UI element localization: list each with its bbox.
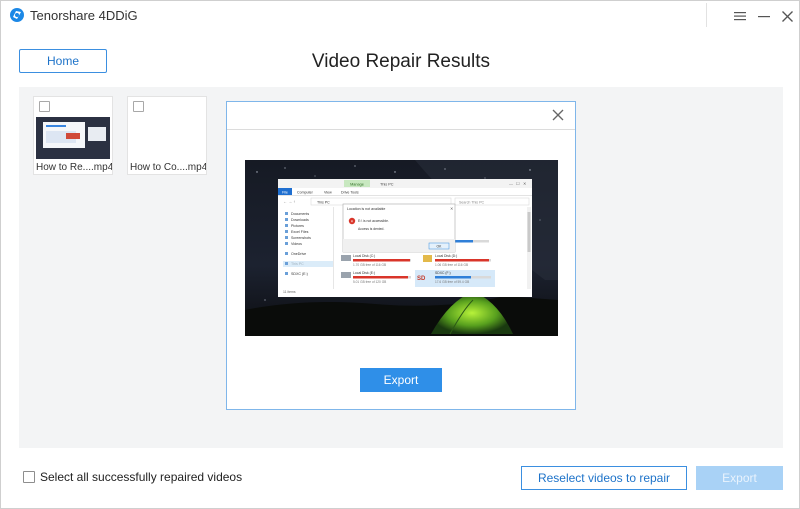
svg-text:Manage: Manage — [350, 183, 364, 187]
svg-text:✕: ✕ — [450, 206, 453, 211]
close-icon — [781, 10, 793, 22]
svg-text:☐: ☐ — [516, 181, 520, 186]
svg-text:Drive Tools: Drive Tools — [341, 190, 359, 194]
svg-text:Downloads: Downloads — [291, 218, 309, 222]
svg-text:Screenshots: Screenshots — [291, 236, 311, 240]
select-all-control[interactable]: Select all successfully repaired videos — [23, 470, 242, 484]
svg-text:Videos: Videos — [291, 242, 302, 246]
svg-text:1.70 GB free of 116 GB: 1.70 GB free of 116 GB — [353, 263, 386, 267]
menu-button[interactable] — [730, 6, 750, 26]
minimize-button[interactable] — [754, 6, 774, 26]
svg-text:OneDrive: OneDrive — [291, 252, 306, 256]
video-item[interactable]: How to Co....mp4 — [127, 96, 207, 175]
video-preview-dialog: Manage This PC — ☐ ✕ File Computer View … — [226, 101, 576, 410]
svg-text:5.01 GB free of 120 GB: 5.01 GB free of 120 GB — [353, 280, 386, 284]
close-window-button[interactable] — [777, 6, 797, 26]
svg-text:File: File — [282, 190, 288, 194]
video-frame: Manage This PC — ☐ ✕ File Computer View … — [245, 160, 558, 336]
title-bar: Tenorshare 4DDiG — [1, 1, 799, 31]
video-thumbnail — [36, 117, 110, 159]
svg-text:SDXC (F:): SDXC (F:) — [435, 271, 451, 275]
preview-header — [227, 102, 575, 130]
video-item-checkbox[interactable] — [39, 101, 50, 112]
svg-text:Computer: Computer — [297, 190, 314, 194]
select-all-label: Select all successfully repaired videos — [40, 470, 243, 484]
select-all-checkbox[interactable] — [23, 471, 35, 483]
export-all-button[interactable]: Export — [696, 466, 783, 490]
svg-text:Location is not available: Location is not available — [347, 207, 385, 211]
svg-text:—: — — [509, 181, 513, 186]
svg-text:Local Disk (D:): Local Disk (D:) — [435, 254, 457, 258]
reselect-videos-button[interactable]: Reselect videos to repair — [521, 466, 687, 490]
page-title: Video Repair Results — [311, 51, 491, 72]
video-item-name: How to Co....mp4 — [130, 162, 206, 173]
app-window: Tenorshare 4DDiG Home Video Repair Resul… — [0, 0, 800, 509]
svg-text:OK: OK — [437, 245, 443, 249]
svg-text:Pictures: Pictures — [291, 224, 304, 228]
app-title: Tenorshare 4DDiG — [30, 8, 138, 23]
svg-text:17.6 GB free of 59.4 GB: 17.6 GB free of 59.4 GB — [435, 280, 469, 284]
svg-text:✕: ✕ — [523, 181, 526, 186]
close-icon[interactable] — [551, 108, 565, 122]
svg-text:Search This PC: Search This PC — [459, 200, 485, 204]
video-item-name: How to Re....mp4 — [36, 162, 112, 173]
svg-text:This PC: This PC — [317, 200, 330, 204]
svg-text:Access is denied.: Access is denied. — [358, 227, 384, 231]
video-player[interactable]: Manage This PC — ☐ ✕ File Computer View … — [245, 160, 558, 336]
svg-text:SDXC (E:): SDXC (E:) — [291, 272, 308, 276]
svg-text:Documents: Documents — [291, 212, 309, 216]
video-item-checkbox[interactable] — [133, 101, 144, 112]
minimize-icon — [758, 16, 770, 18]
preview-export-button[interactable]: Export — [360, 368, 442, 392]
svg-text:View: View — [324, 190, 332, 194]
menu-icon — [734, 12, 746, 21]
svg-text:← → ↑: ← → ↑ — [283, 199, 295, 204]
svg-text:E:\ is not accessible.: E:\ is not accessible. — [358, 219, 389, 223]
4ddig-logo-icon — [10, 8, 24, 22]
video-item[interactable]: How to Re....mp4 — [33, 96, 113, 175]
svg-text:1.06 GB free of 116 GB: 1.06 GB free of 116 GB — [435, 263, 468, 267]
svg-text:SD: SD — [417, 276, 426, 282]
svg-text:✕: ✕ — [350, 219, 353, 223]
svg-text:Excel Files: Excel Files — [291, 230, 309, 234]
svg-text:This PC: This PC — [380, 183, 394, 187]
title-bar-divider — [706, 3, 707, 27]
svg-text:11 items: 11 items — [283, 290, 296, 294]
svg-text:Local Disk (C:): Local Disk (C:) — [353, 254, 375, 258]
svg-text:Local Disk (E:): Local Disk (E:) — [353, 271, 375, 275]
